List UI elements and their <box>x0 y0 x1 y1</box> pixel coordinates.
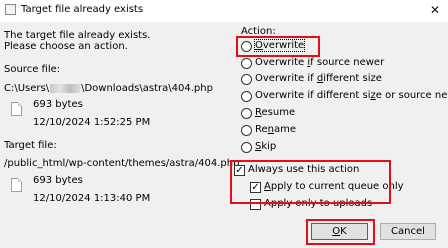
source-file-label: Source file: <box>4 64 61 75</box>
source-path-prefix: C:\Users\ <box>4 83 50 94</box>
dialog-body: The target file already exists. Please c… <box>0 22 448 248</box>
target-file-icon <box>11 178 22 192</box>
source-path-suffix: \Downloads\astra\404.php <box>81 83 213 94</box>
message-line-1: The target file already exists. <box>4 30 151 41</box>
radio-label: Overwrite if source newer <box>255 57 385 68</box>
radio-button[interactable] <box>241 142 252 153</box>
app-icon <box>5 4 16 15</box>
radio-button[interactable] <box>241 125 252 136</box>
target-file-date: 12/10/2024 1:13:40 PM <box>33 193 151 204</box>
radio-label: Skip <box>255 141 277 152</box>
message-line-2: Please choose an action. <box>4 41 128 52</box>
source-file-date: 12/10/2024 1:52:25 PM <box>33 117 151 128</box>
target-file-path: /public_html/wp-content/themes/astra/404… <box>4 158 240 169</box>
highlight-always-use <box>230 160 391 204</box>
source-file-size: 693 bytes <box>33 99 83 110</box>
radio-button[interactable] <box>241 58 252 69</box>
redacted-username <box>50 83 81 93</box>
radio-label: Overwrite if different size or source ne… <box>255 90 448 101</box>
radio-label: Overwrite if different size <box>255 73 382 84</box>
source-file-path: C:\Users\ \Downloads\astra\404.php <box>4 83 213 94</box>
target-file-label: Target file: <box>4 140 57 151</box>
cancel-button[interactable]: Cancel <box>380 223 436 240</box>
highlight-ok <box>306 219 375 245</box>
window-title: Target file already exists <box>21 4 144 15</box>
title-bar: Target file already exists ✕ <box>0 0 448 22</box>
source-file-icon <box>11 102 22 116</box>
radio-label: Rename <box>255 124 297 135</box>
target-file-size: 693 bytes <box>33 175 83 186</box>
radio-button[interactable] <box>241 91 252 102</box>
highlight-overwrite <box>236 36 320 57</box>
radio-button[interactable] <box>241 108 252 119</box>
close-button[interactable]: ✕ <box>426 2 444 19</box>
radio-button[interactable] <box>241 74 252 85</box>
radio-label: Resume <box>255 107 296 118</box>
